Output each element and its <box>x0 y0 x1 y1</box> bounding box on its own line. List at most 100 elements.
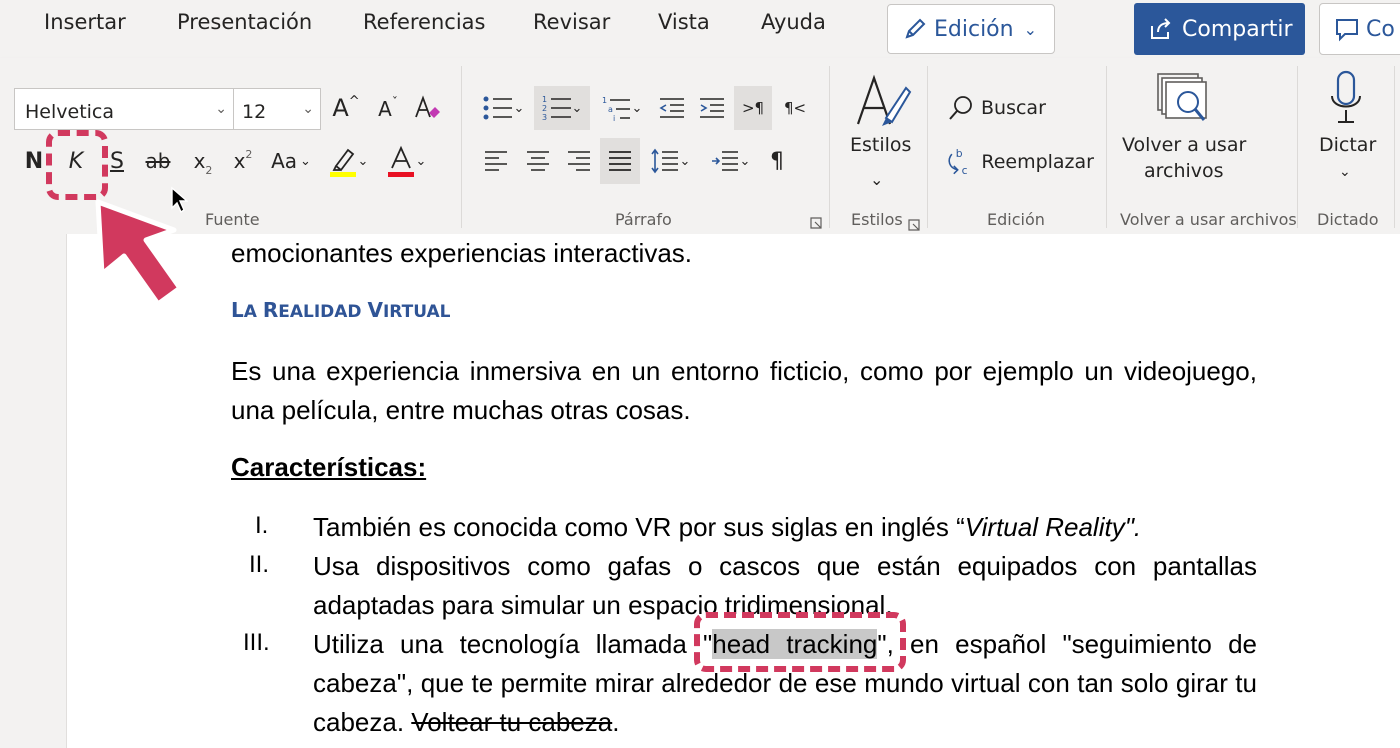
increase-indent-icon <box>700 98 724 118</box>
superscript-mark: 2 <box>245 147 253 161</box>
tab-referencias[interactable]: Referencias <box>363 10 485 34</box>
dialog-launcher-icon[interactable] <box>810 214 822 229</box>
microphone-icon <box>1331 70 1361 123</box>
heading-part: IRTUAL <box>382 302 451 322</box>
dictate-button[interactable]: Dictar ⌄ <box>1312 70 1378 200</box>
strikethrough-button[interactable]: ab <box>140 142 176 180</box>
subheading: Características: <box>231 452 427 482</box>
superscript-button[interactable]: x2 <box>228 142 258 180</box>
tab-bar: Insertar Presentación Referencias Revisa… <box>0 0 1400 58</box>
styles-button[interactable]: Estilos ⌄ <box>842 70 916 200</box>
justify-button[interactable] <box>600 138 640 184</box>
increase-indent-button[interactable] <box>695 90 729 126</box>
tab-presentacion[interactable]: Presentación <box>177 10 312 34</box>
tab-vista[interactable]: Vista <box>658 10 710 34</box>
reuse-files-group-label: Volver a usar archivos <box>1120 210 1297 229</box>
bullets-button[interactable]: ⌄ <box>478 90 528 126</box>
chevron-down-icon: ⌄ <box>870 170 884 189</box>
rtl-paragraph-icon: ¶< <box>783 99 807 117</box>
font-size-select[interactable]: 12 ⌄ <box>233 88 321 130</box>
font-group-label: Fuente <box>205 210 260 229</box>
reuse-files-label-line1: Volver a usar <box>1122 134 1247 156</box>
paragraph-spacing-icon <box>711 151 738 171</box>
chevron-down-icon: ⌄ <box>631 100 643 116</box>
chevron-down-icon: ⌄ <box>215 101 227 117</box>
svg-text:b: b <box>956 147 963 160</box>
ribbon-divider <box>461 66 462 228</box>
clear-formatting-button[interactable] <box>410 90 444 126</box>
ribbon-divider <box>1394 66 1395 228</box>
list-item-text: También es conocida como VR por sus sigl… <box>313 512 965 542</box>
editing-mode-button[interactable]: Edición ⌄ <box>887 4 1055 54</box>
paragraph-spacing-button[interactable]: ⌄ <box>702 142 758 180</box>
heading-part: L <box>231 298 244 322</box>
bullet-list-icon <box>483 96 512 120</box>
list-number: II. <box>249 551 270 578</box>
comments-label: Co <box>1366 16 1395 42</box>
comment-icon <box>1336 19 1358 42</box>
numbered-list-icon: 123 <box>542 95 571 122</box>
change-case-label: Aa <box>271 149 298 173</box>
show-marks-button[interactable]: ¶ <box>762 142 792 180</box>
replace-button[interactable]: bc Reemplazar <box>944 144 1094 180</box>
list-number: I. <box>255 512 269 539</box>
tab-ayuda[interactable]: Ayuda <box>761 10 826 34</box>
tab-revisar[interactable]: Revisar <box>533 10 610 34</box>
find-button[interactable]: Buscar <box>946 90 1056 126</box>
subscript-mark: 2 <box>205 163 213 177</box>
align-left-button[interactable] <box>478 142 514 180</box>
dialog-launcher-icon[interactable] <box>908 216 920 231</box>
font-family-value: Helvetica <box>25 101 115 123</box>
selection-highlight-annotation <box>694 612 906 672</box>
rtl-button[interactable]: ¶< <box>778 90 812 126</box>
decrease-indent-button[interactable] <box>655 90 689 126</box>
font-size-value: 12 <box>242 101 267 123</box>
align-center-button[interactable] <box>520 142 556 180</box>
find-label: Buscar <box>981 97 1046 119</box>
styles-label: Estilos <box>850 134 912 156</box>
grow-font-label: A <box>332 94 349 122</box>
line-spacing-button[interactable]: ⌄ <box>644 142 696 180</box>
subscript-button[interactable]: x2 <box>188 142 218 180</box>
shrink-font-button[interactable]: Aˇ <box>373 92 403 126</box>
reuse-files-button[interactable]: Volver a usar archivos <box>1118 70 1246 200</box>
chevron-down-icon: ⌄ <box>1023 19 1037 39</box>
ltr-button[interactable]: >¶ <box>734 86 772 130</box>
chevron-down-icon: ⌄ <box>300 153 311 169</box>
bold-button[interactable]: N <box>20 142 48 180</box>
align-right-button[interactable] <box>561 142 597 180</box>
chevron-down-icon: ⌄ <box>571 100 583 116</box>
multilevel-list-button[interactable]: 1ai ⌄ <box>596 90 648 126</box>
numbering-button[interactable]: 123 ⌄ <box>534 86 590 130</box>
strikethrough-label: ab <box>145 149 171 173</box>
align-center-icon <box>527 151 549 171</box>
list-item-italic: Virtual Reality". <box>964 512 1142 542</box>
comments-button[interactable]: Co <box>1319 3 1400 55</box>
superscript-label: x <box>233 149 246 173</box>
font-family-select[interactable]: Helvetica ⌄ <box>14 88 234 130</box>
share-button[interactable]: Compartir <box>1134 3 1305 55</box>
font-color-button[interactable]: ⌄ <box>380 142 432 180</box>
svg-text:2: 2 <box>542 104 547 113</box>
font-color-icon <box>387 145 414 177</box>
reuse-files-icon <box>1157 73 1207 121</box>
styles-group-label: Estilos <box>851 210 903 229</box>
heading-part: R <box>262 298 279 322</box>
subscript-label: x <box>193 149 206 173</box>
underline-label: S <box>110 148 124 174</box>
paragraph-group-label: Párrafo <box>615 210 672 229</box>
highlight-color-button[interactable]: ⌄ <box>322 142 374 180</box>
clear-formatting-icon <box>415 95 440 118</box>
tab-insertar[interactable]: Insertar <box>44 10 126 34</box>
styles-icon <box>856 74 912 126</box>
decrease-indent-icon <box>659 98 684 118</box>
reuse-files-label-line2: archivos <box>1144 160 1224 182</box>
highlighter-icon <box>329 148 356 177</box>
change-case-button[interactable]: Aa ⌄ <box>266 142 316 180</box>
align-right-icon <box>568 151 590 171</box>
share-label: Compartir <box>1182 16 1293 42</box>
grow-font-button[interactable]: A ^ <box>330 90 362 126</box>
heading-part: EALIDAD <box>278 302 368 322</box>
svg-text:3: 3 <box>542 113 547 122</box>
replace-label: Reemplazar <box>981 151 1094 173</box>
